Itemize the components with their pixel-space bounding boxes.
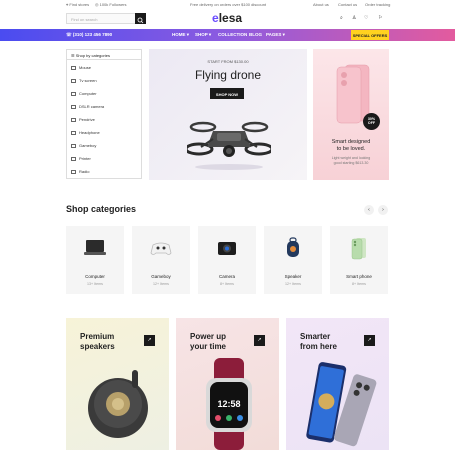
category-item-radio[interactable]: Radio <box>71 169 89 174</box>
cart-icon[interactable]: ⚐ <box>378 15 382 21</box>
category-card-computer[interactable]: Computer 13+ Items <box>66 226 124 294</box>
section-title: Shop categories <box>66 204 137 214</box>
find-stores-link[interactable]: ⌖ Find stores <box>66 2 89 7</box>
nav-home[interactable]: HOME ▾ <box>172 32 189 38</box>
radio-icon <box>71 169 76 174</box>
order-tracking-link[interactable]: Order tracking <box>365 2 390 7</box>
prev-arrow-button[interactable]: ‹ <box>364 205 374 215</box>
promo-phones-title: Smarter from here <box>300 332 337 351</box>
category-item-mouse[interactable]: Mouse <box>71 65 91 70</box>
category-item-pendrive[interactable]: Pendrive <box>71 117 95 122</box>
camera-icon <box>71 104 76 109</box>
pendrive-icon <box>71 117 76 122</box>
promo-watch-title: Power up your time <box>190 332 227 351</box>
mouse-icon <box>71 65 76 70</box>
promo-watch[interactable]: Power up your time ↗ 12:58 <box>176 318 279 450</box>
logo[interactable]: elesa <box>212 11 242 25</box>
category-menu-header[interactable]: ☰ Shop by categories <box>66 49 142 60</box>
smartphone-icon <box>351 238 366 260</box>
nav-shop[interactable]: SHOP ▾ <box>195 32 211 38</box>
category-item-camera[interactable]: DSLR camera <box>71 104 104 109</box>
hero-title: Flying drone <box>194 68 262 82</box>
speaker-icon <box>287 237 299 257</box>
category-card-camera[interactable]: Camera 8+ Items <box>198 226 256 294</box>
gamepad-icon <box>150 242 172 255</box>
laptop-icon <box>84 240 106 255</box>
promo-speakers[interactable]: Premium speakers ↗ <box>66 318 169 450</box>
headphone-icon <box>71 130 76 135</box>
hero-banner[interactable]: START FROM $130.00 Flying drone SHOP NOW <box>149 49 307 180</box>
gamepad-icon <box>71 143 76 148</box>
drone-image <box>187 121 271 170</box>
promo-text: Light weight and looking good starting $6… <box>331 156 371 165</box>
speaker-image <box>88 370 148 438</box>
iphone-promo[interactable]: 30% OFF Smart designed to be loved. Light … <box>313 49 389 180</box>
wishlist-icon[interactable]: ♡ <box>364 15 368 21</box>
printer-icon <box>71 156 76 161</box>
category-item-headphone[interactable]: Headphone <box>71 130 100 135</box>
category-list: Mouse Tv screen Computer DSLR camera Pen… <box>66 60 142 179</box>
camera-icon <box>218 242 236 255</box>
arrow-icon[interactable]: ↗ <box>254 335 265 346</box>
search-icon <box>137 17 144 24</box>
search-input[interactable]: Find on search <box>66 13 146 24</box>
contact-link[interactable]: Contact us <box>338 2 357 7</box>
promo-title: Smart designed to be loved. <box>331 139 371 152</box>
arrow-icon[interactable]: ↗ <box>144 335 155 346</box>
arrow-icon[interactable]: ↗ <box>364 335 375 346</box>
nav-blog[interactable]: BLOG <box>249 32 262 37</box>
promo-speakers-title: Premium speakers <box>80 332 115 351</box>
category-card-speaker[interactable]: Speaker 12+ Items <box>264 226 322 294</box>
tv-icon <box>71 78 76 83</box>
svg-text:12:58: 12:58 <box>217 399 240 409</box>
search-icon[interactable]: ⌕ <box>340 15 343 21</box>
category-card-gameboy[interactable]: Gameboy 12+ Items <box>132 226 190 294</box>
category-card-smartphone[interactable]: Smart phone 8+ Items <box>330 226 388 294</box>
computer-icon <box>71 91 76 96</box>
category-item-printer[interactable]: Printer <box>71 156 91 161</box>
user-icon[interactable]: ♙ <box>352 15 356 21</box>
next-arrow-button[interactable]: › <box>378 205 388 215</box>
category-item-tv[interactable]: Tv screen <box>71 78 97 83</box>
nav-pages[interactable]: PAGES ▾ <box>266 32 285 38</box>
category-item-computer[interactable]: Computer <box>71 91 97 96</box>
shop-now-button[interactable]: SHOP NOW <box>210 88 244 99</box>
hero-subtitle: START FROM $130.00 <box>207 59 249 64</box>
discount-badge: 30% OFF <box>363 113 380 130</box>
phones-image <box>306 362 377 447</box>
top-bar: ⌖ Find stores ◎ 100k Followers Free deli… <box>0 0 455 9</box>
nav-collection[interactable]: COLLECTION <box>218 32 247 37</box>
about-link[interactable]: About us <box>313 2 329 7</box>
promo-phones[interactable]: Smarter from here ↗ <box>286 318 389 450</box>
delivery-promo-text: Free delivery on orders over $100 discou… <box>190 2 267 7</box>
smartwatch-image: 12:58 <box>206 358 252 450</box>
special-offers-button[interactable]: SPECIAL OFFERS <box>351 30 389 40</box>
phone-number[interactable]: ☏ (310) 123 456 7890 <box>66 32 112 38</box>
category-item-gameboy[interactable]: Gameboy <box>71 143 96 148</box>
search-button[interactable] <box>135 13 146 24</box>
followers-link[interactable]: ◎ 100k Followers <box>95 2 127 7</box>
